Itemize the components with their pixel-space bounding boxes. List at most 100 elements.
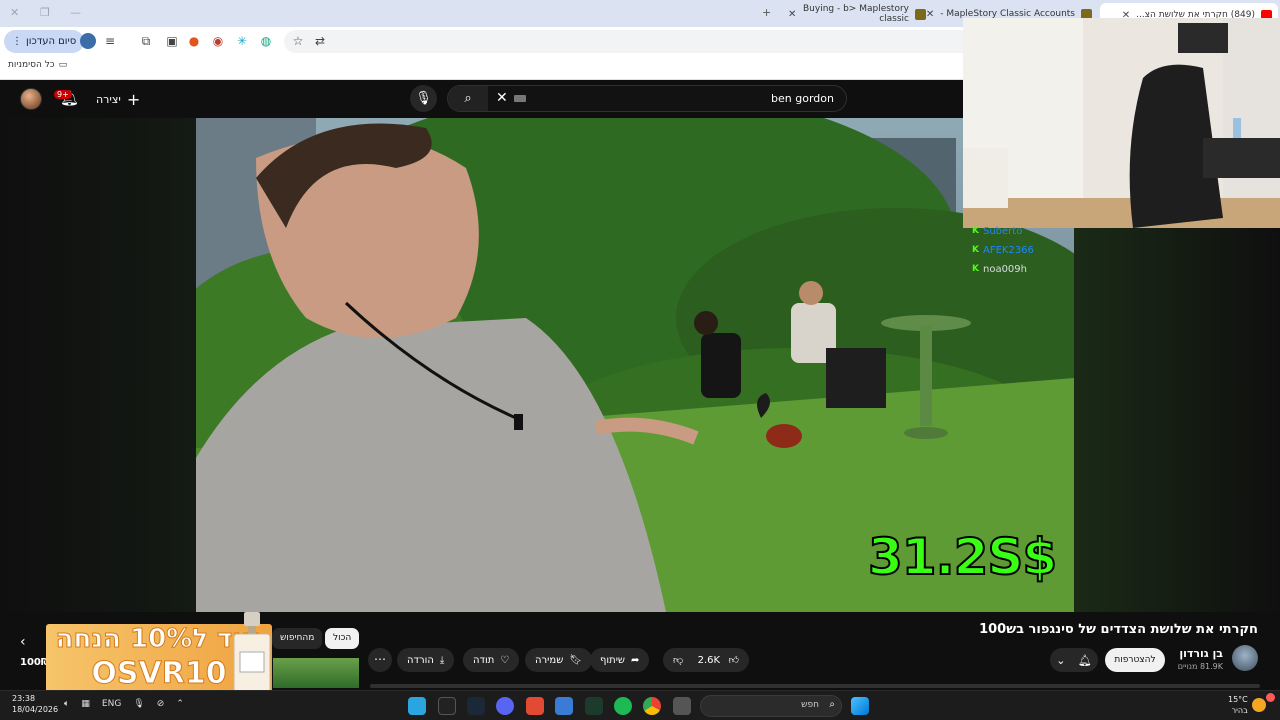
share-icon: ➦ [631, 654, 640, 666]
thanks-label: תודה [473, 654, 495, 666]
search-icon: ⌕ [829, 699, 835, 710]
notification-dot-icon [1266, 693, 1275, 702]
windows-taskbar: 23:38 18/04/2026 🔈︎ ▦ ENG 🎙︎ ⊘ ⌃ חפש ⌕ 1… [0, 690, 1280, 720]
download-button[interactable]: ⤓ הורדה [397, 648, 455, 672]
app-red-icon[interactable] [526, 697, 544, 715]
volume-icon[interactable]: 🔈︎ [64, 699, 69, 709]
download-label: הורדה [407, 654, 434, 666]
save-button[interactable]: 🔖︎ שמירה [525, 648, 592, 672]
address-bar[interactable]: ☆ ⇄ [284, 30, 984, 53]
apps-grid-icon[interactable] [555, 697, 573, 715]
extension-green-icon[interactable]: ◍ [258, 33, 274, 49]
more-actions-button[interactable]: ⋯ [368, 648, 392, 672]
chip-from-search[interactable]: מהחיפוש [272, 628, 323, 649]
discord-icon[interactable] [496, 697, 514, 715]
chat-username: Suberto [982, 226, 1023, 237]
save-label: שמירה [535, 654, 564, 666]
terminal-icon[interactable] [585, 697, 603, 715]
share-button[interactable]: ➦ שיתוף [590, 648, 650, 672]
loading-bar [370, 684, 1260, 688]
notifications-count-badge: 9+ [54, 90, 72, 99]
site-settings-icon[interactable]: ⇄ [312, 33, 328, 49]
dislike-icon[interactable]: 👎︎ [673, 654, 683, 666]
search-button[interactable]: ⌕ [448, 86, 488, 111]
clear-search-icon[interactable]: ✕ [496, 90, 508, 106]
video-player[interactable]: 31.2S$ [196, 118, 1074, 612]
clock-time: 23:38 [12, 694, 36, 703]
channel-name[interactable]: בן גורדון [1179, 647, 1223, 660]
profile-icon[interactable] [80, 33, 96, 49]
sponsored-ad[interactable]: קוד ל10% הנחה OSVR10 [46, 612, 272, 701]
video-thumbnail[interactable] [273, 658, 359, 688]
extensions-icon[interactable]: ⧉ [138, 33, 154, 49]
bookmark-star-icon[interactable]: ☆ [290, 33, 306, 49]
tab-search-icon[interactable]: ▣ [164, 33, 180, 49]
tab-close-icon[interactable]: ✕ [788, 9, 796, 20]
system-clock[interactable]: 23:38 18/04/2026 [12, 693, 58, 715]
bookmark-icon: 🔖︎ [569, 654, 582, 666]
bell-icon: 🔔︎ [1077, 653, 1092, 667]
chip-all[interactable]: הכול [325, 628, 360, 649]
new-tab-button[interactable]: + [762, 6, 771, 19]
spotify-icon[interactable] [614, 697, 632, 715]
like-icon[interactable]: 👍︎ [729, 654, 739, 666]
task-view-icon[interactable] [673, 697, 691, 715]
chrome-icon[interactable] [643, 697, 661, 715]
create-button[interactable]: יצירה + [96, 90, 140, 109]
capcut-icon[interactable] [438, 697, 456, 715]
like-count: 2.6K [697, 654, 721, 666]
search-bar: ⌕ ✕ ben gordon [447, 85, 847, 112]
microphone-icon: 🎙︎ [415, 91, 432, 106]
all-bookmarks-button[interactable]: ▭ כל הסימניות [8, 60, 67, 70]
restore-window-icon[interactable]: ❐ [40, 6, 50, 19]
webcam-frame [963, 18, 1280, 228]
more-horiz-icon: ⋯ [374, 652, 386, 666]
plus-icon: + [126, 90, 141, 109]
kick-badge-icon: K [972, 264, 979, 274]
tab-maplestory-buying[interactable]: Buying - b> Maplestory classic ✕ [782, 4, 932, 24]
extension-blue-icon[interactable]: ✳ [234, 33, 250, 49]
weather-widget[interactable]: 15°C בהיר [1228, 694, 1248, 716]
taskbar-search[interactable]: חפש ⌕ [700, 695, 842, 717]
thanks-button[interactable]: ♡ תודה [463, 648, 520, 672]
chevron-down-icon: ⌄ [1056, 653, 1066, 667]
account-avatar[interactable] [20, 88, 42, 110]
steam-icon[interactable] [467, 697, 485, 715]
weather-desc: בהיר [1231, 706, 1248, 715]
chevron-up-icon[interactable]: ⌃ [176, 699, 184, 709]
subscriber-count: 81.9K מנויים [1177, 662, 1223, 671]
video-price-overlay: 31.2S$ [867, 527, 1058, 587]
sun-icon [1252, 698, 1266, 712]
streamer-webcam [963, 18, 1280, 228]
wifi-off-icon[interactable]: ⊘ [157, 699, 165, 709]
extension-orange-icon[interactable]: ● [186, 33, 202, 49]
chat-message: Knoa009h [972, 260, 1034, 279]
keyboard-icon[interactable] [514, 95, 526, 102]
microphone-icon[interactable]: 🎙︎ [133, 699, 144, 709]
windows-start-icon[interactable] [851, 697, 869, 715]
chevron-left-icon[interactable]: ‹ [20, 634, 26, 650]
player-ambient-left [0, 118, 196, 612]
like-dislike-group: 👎︎ 2.6K 👍︎ [663, 648, 749, 672]
more-vert-icon: ⋮ [12, 36, 22, 47]
chat-message: K AFEK2366 [972, 241, 1034, 260]
create-label: יצירה [96, 93, 121, 106]
subscription-dropdown[interactable]: ⌄ 🔔︎ [1050, 648, 1098, 672]
network-icon[interactable]: ▦ [81, 699, 90, 709]
minimize-window-icon[interactable]: — [70, 6, 81, 19]
search-input[interactable]: ben gordon [771, 92, 834, 105]
channel-avatar[interactable] [1232, 645, 1258, 671]
voice-search-button[interactable]: 🎙︎ [410, 85, 437, 112]
join-button[interactable]: להצטרפות [1105, 648, 1165, 672]
heart-dollar-icon: ♡ [500, 654, 510, 666]
tab-title: Buying - b> Maplestory classic [803, 4, 909, 24]
language-indicator[interactable]: ENG [102, 699, 121, 709]
close-window-icon[interactable]: ✕ [10, 6, 19, 19]
video-title: חקרתי את שלושת הצדדים של סינגפור בש100 [979, 622, 1258, 637]
extension-red-icon[interactable]: ◉ [210, 33, 226, 49]
telegram-icon[interactable] [408, 697, 426, 715]
end-session-button[interactable]: ⋮ סיום העדכון [4, 30, 85, 53]
chat-username: noa009h [982, 264, 1027, 275]
end-session-label: סיום העדכון [26, 36, 77, 47]
media-control-icon[interactable]: ≡ [102, 33, 118, 49]
